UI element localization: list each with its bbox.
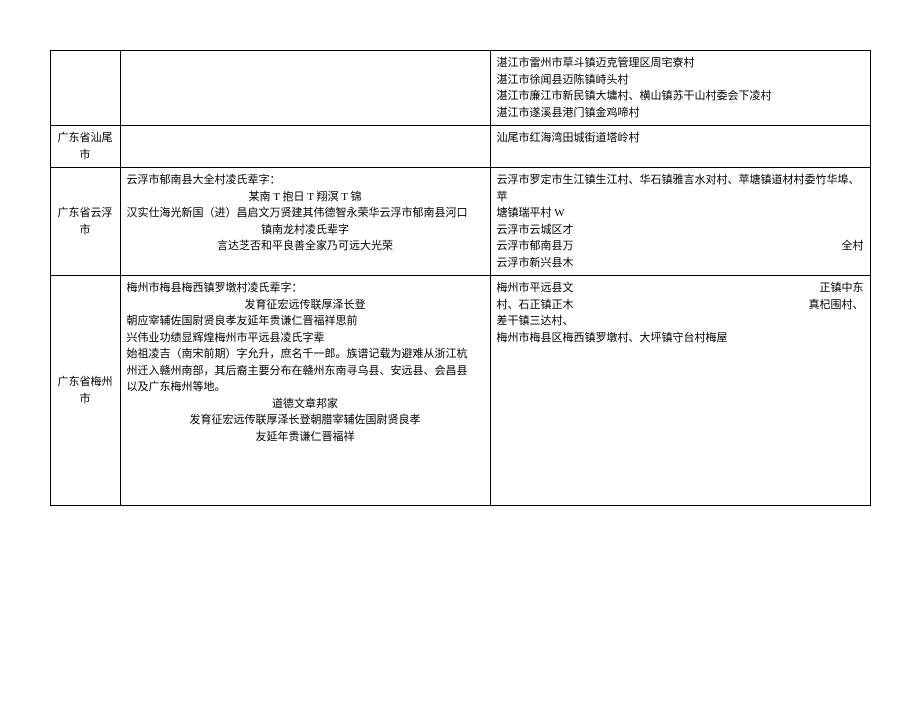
right-cell: 梅州市平远县文 正镇中东 村、石正镇正木 真杞围村、 差干镇三达村、 梅州市梅县… [490,276,870,506]
village-line: 湛江市遂溪县港门镇金鸡啼村 [497,105,864,122]
text-line: 兴伟业功绩显辉煌梅州市平远县凌氏字辈 [127,330,484,347]
text-line: 云浮市郁南县大全村凌氏辈字： [127,172,484,189]
village-line: 云浮市新兴县木 [497,255,864,272]
village-line: 云浮市云城区才 [497,222,864,239]
text-line: 友延年贵谦仁晋福祥 [127,429,484,446]
right-cell: 云浮市罗定市生江镇生江村、华石镇雅言水对村、苹塘镇道材村委竹华埠、苹 塘镇瑞平村… [490,168,870,276]
text-right: 正镇中东 [820,280,864,297]
middle-cell: 梅州市梅县梅西镇罗墩村凌氏辈字： 发育征宏远传联厚泽长登 朝应宰辅佐国尉贤良孝友… [120,276,490,506]
text-left: 梅州市平远县文 [497,280,574,297]
text-line: 始祖凌吉（南宋前期）字允升，庶名千一郎。族谱记载为避难从浙江杭 [127,346,484,363]
text-right: 真杞围村、 [809,297,864,314]
text-line: 镇南龙村凌氏辈字 [127,222,484,239]
document-page: 湛江市雷州市草斗镇迈克管理区周宅寮村 湛江市徐闻县迈陈镇峙头村 湛江市廉江市新民… [0,50,920,701]
village-line: 湛江市雷州市草斗镇迈克管理区周宅寮村 [497,55,864,72]
region-cell: 广东省云浮市 [50,168,120,276]
text-right: 全村 [842,238,864,255]
text-line: 某南 T 抱日 T 翔溟 T 锦 [127,189,484,206]
village-line: 湛江市廉江市新民镇大墉村、横山镇苏干山村委会下凌村 [497,88,864,105]
village-line: 塘镇瑞平村 W [497,205,864,222]
table-row: 广东省云浮市 云浮市郁南县大全村凌氏辈字： 某南 T 抱日 T 翔溟 T 锦 汉… [50,168,870,276]
table-row: 湛江市雷州市草斗镇迈克管理区周宅寮村 湛江市徐闻县迈陈镇峙头村 湛江市廉江市新民… [50,51,870,126]
village-line: 云浮市郁南县万 全村 [497,238,864,255]
text-line: 州迁入赣州南部，其后裔主要分布在赣州东南寻乌县、安远县、会昌县 [127,363,484,380]
village-line: 差干镇三达村、 [497,313,864,330]
region-cell [50,51,120,126]
village-line: 梅州市梅县区梅西镇罗墩村、大坪镇守台村梅屋 [497,330,864,347]
text-line: 以及广东梅州等地。 [127,379,484,396]
text-left: 村、石正镇正木 [497,297,574,314]
right-cell: 湛江市雷州市草斗镇迈克管理区周宅寮村 湛江市徐闻县迈陈镇峙头村 湛江市廉江市新民… [490,51,870,126]
right-cell: 汕尾市红海湾田城街道塔岭村 [490,126,870,168]
text-line: 发育征宏远传联厚泽长登 [127,297,484,314]
village-line: 汕尾市红海湾田城街道塔岭村 [497,130,864,147]
village-line: 云浮市罗定市生江镇生江村、华石镇雅言水对村、苹塘镇道材村委竹华埠、苹 [497,172,864,205]
village-line: 湛江市徐闻县迈陈镇峙头村 [497,72,864,89]
table-row: 广东省汕尾市 汕尾市红海湾田城街道塔岭村 [50,126,870,168]
text-line: 言达芝否和平良善全家乃可远大光荣 [127,238,484,255]
genealogy-table: 湛江市雷州市草斗镇迈克管理区周宅寮村 湛江市徐闻县迈陈镇峙头村 湛江市廉江市新民… [50,50,871,506]
text-line: 汉实仕海光新国（进）昌启文万贤建其伟德智永荣华云浮市郁南县河口 [127,205,484,222]
region-cell: 广东省梅州市 [50,276,120,506]
region-cell: 广东省汕尾市 [50,126,120,168]
text-line: 发育征宏远传联厚泽长登朝腊宰辅佐国尉贤良孝 [127,412,484,429]
text-left: 云浮市郁南县万 [497,238,574,255]
middle-cell [120,126,490,168]
text-line: 朝应宰辅佐国尉贤良孝友延年贵谦仁晋福祥思前 [127,313,484,330]
middle-cell: 云浮市郁南县大全村凌氏辈字： 某南 T 抱日 T 翔溟 T 锦 汉实仕海光新国（… [120,168,490,276]
village-line: 梅州市平远县文 正镇中东 [497,280,864,297]
text-line: 梅州市梅县梅西镇罗墩村凌氏辈字： [127,280,484,297]
middle-cell [120,51,490,126]
table-row: 广东省梅州市 梅州市梅县梅西镇罗墩村凌氏辈字： 发育征宏远传联厚泽长登 朝应宰辅… [50,276,870,506]
village-line: 村、石正镇正木 真杞围村、 [497,297,864,314]
text-line: 道德文章邦家 [127,396,484,413]
